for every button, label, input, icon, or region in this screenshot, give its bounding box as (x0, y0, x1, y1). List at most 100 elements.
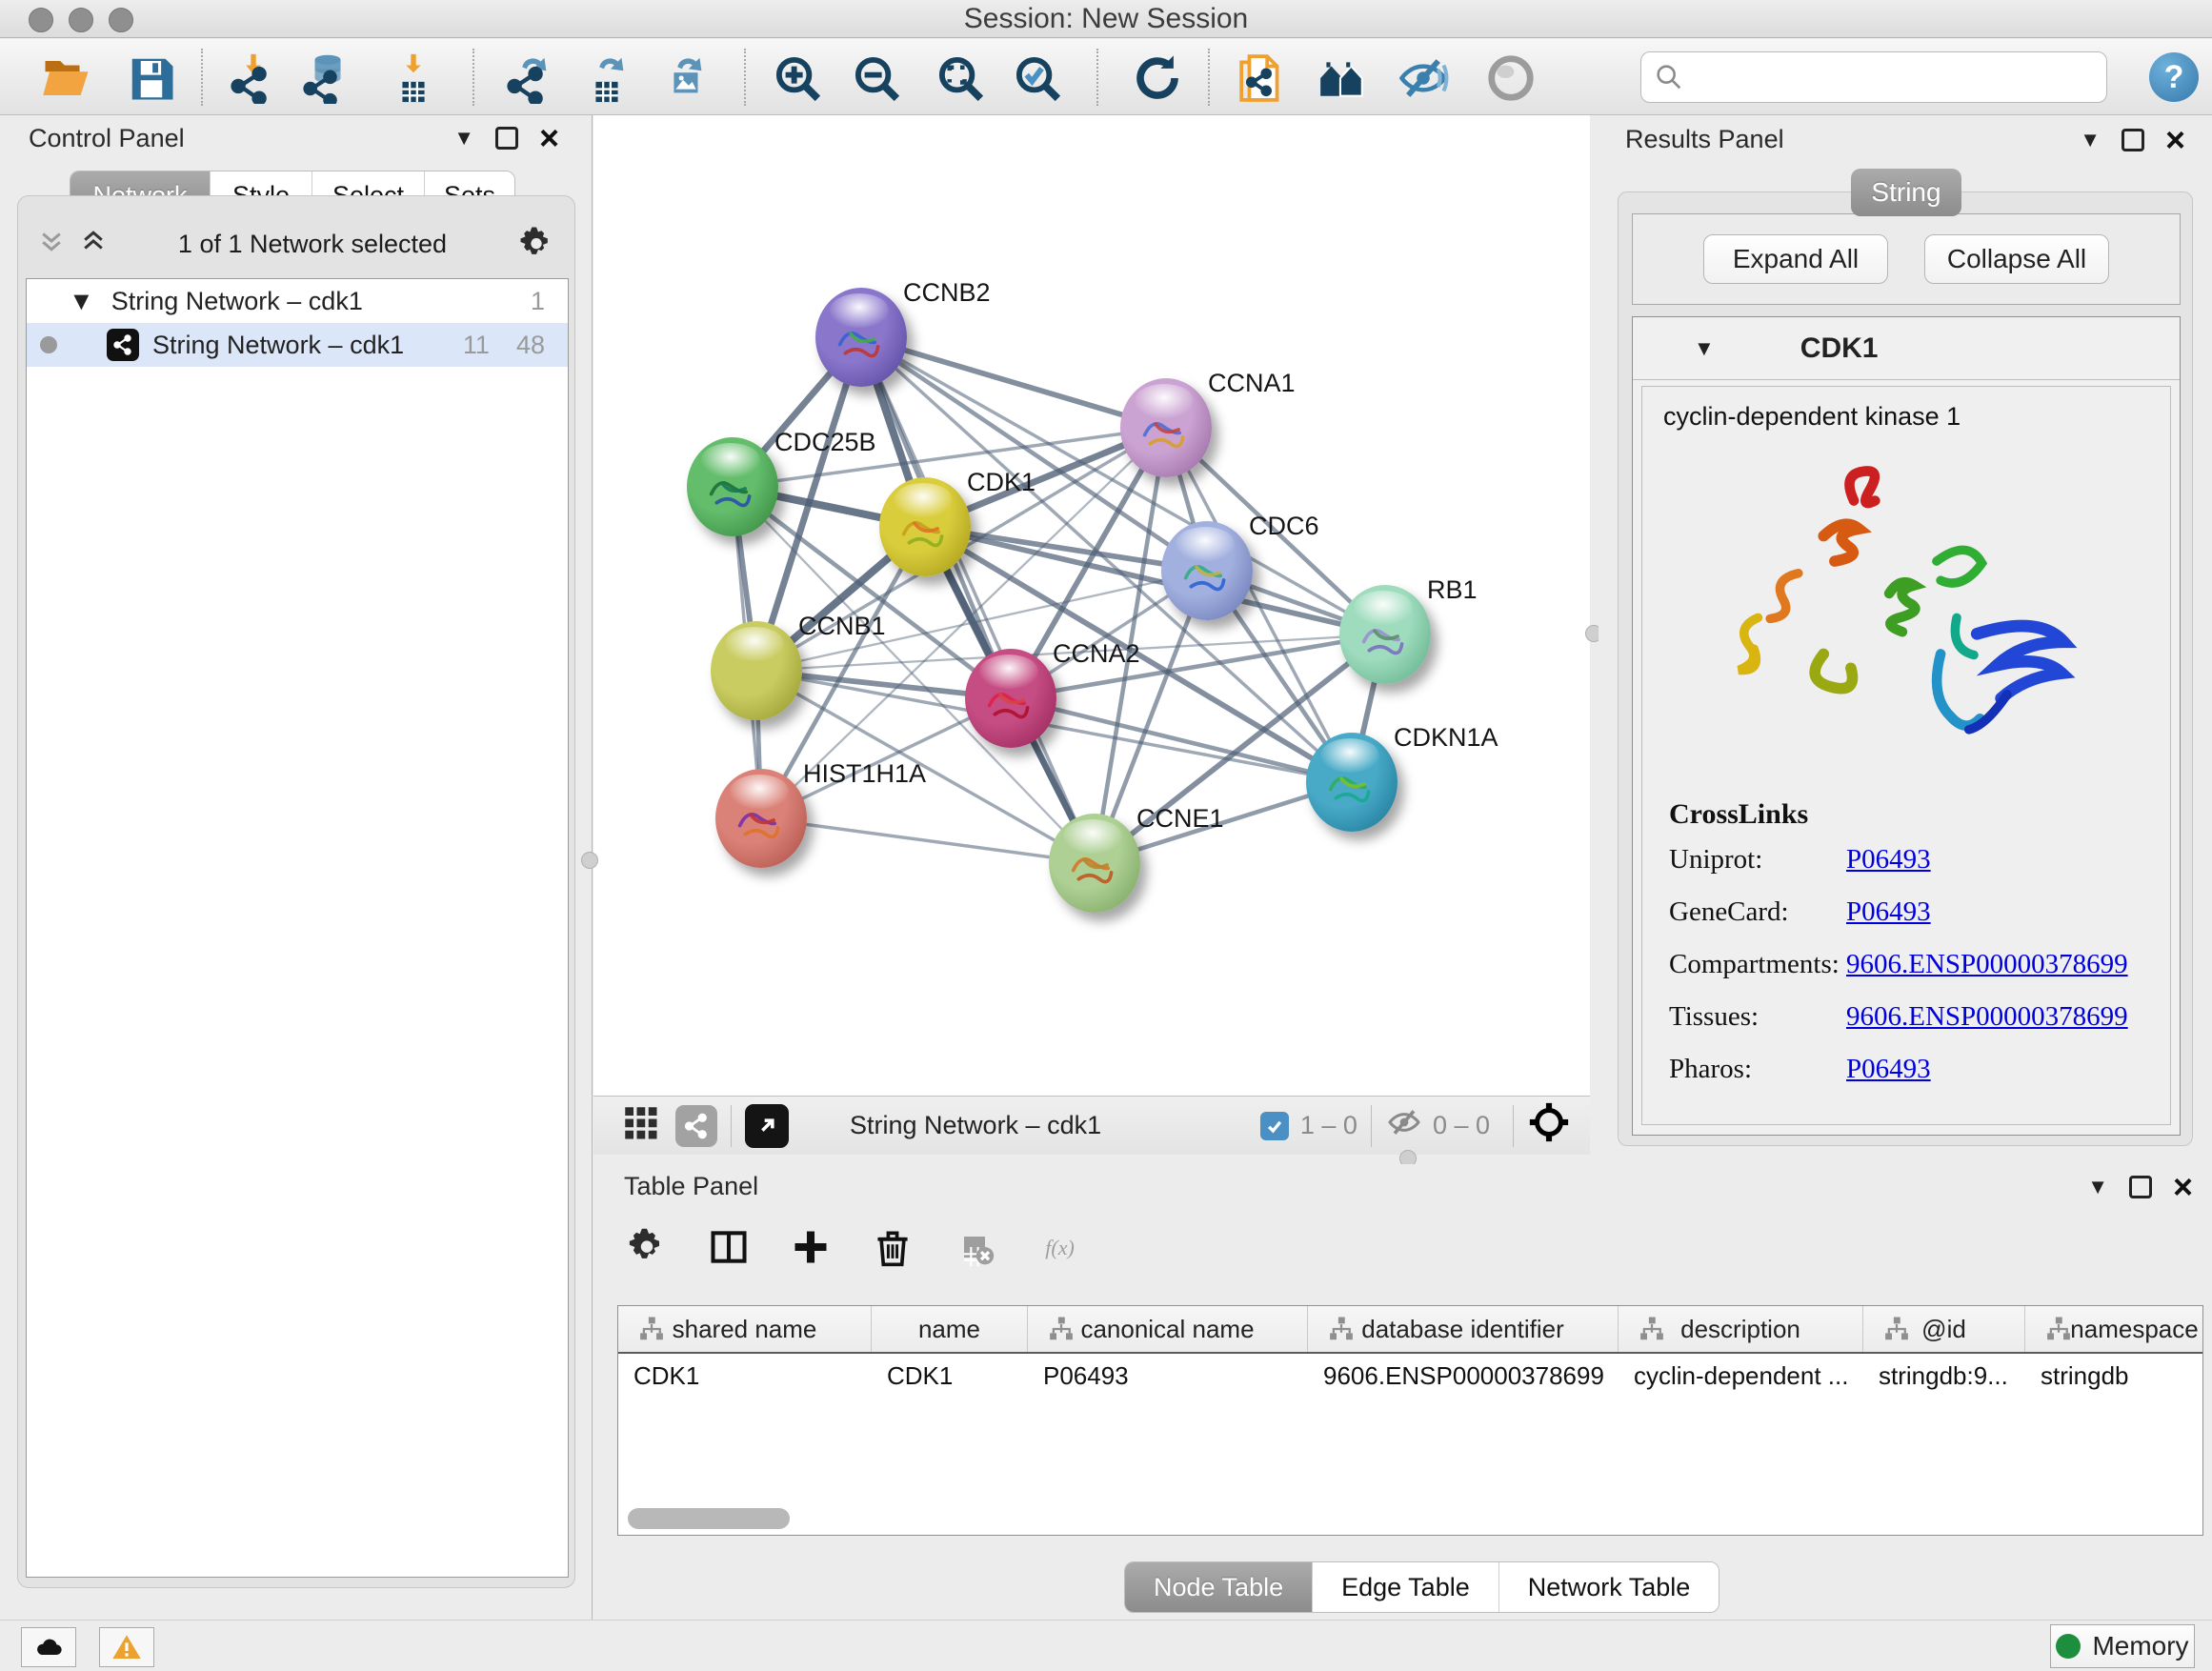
network-node-CDKN1A[interactable] (1306, 733, 1398, 832)
fx-button[interactable]: f(x) (1032, 1222, 1098, 1272)
columns-button[interactable] (704, 1222, 754, 1272)
control-panel-float-icon[interactable] (495, 127, 518, 150)
collapse-all-button[interactable]: Collapse All (1924, 234, 2109, 284)
gear-icon[interactable] (517, 225, 555, 263)
column-header-description[interactable]: description (1619, 1306, 1863, 1352)
network-node-CCNA2[interactable] (965, 649, 1056, 748)
network-canvas[interactable]: CCNB2CCNA1CDC25BCDK1CDC6RB1CCNB1CCNA2CDK… (593, 115, 1590, 1096)
crosslink-value-link[interactable]: 9606.ENSP00000378699 (1846, 949, 2128, 980)
gene-section-header[interactable]: ▼ CDK1 (1633, 317, 2180, 380)
tab-string[interactable]: String (1851, 169, 1961, 216)
minimize-window-icon[interactable] (69, 8, 93, 32)
network-node-CCNB1[interactable] (711, 621, 802, 720)
gear-button[interactable] (622, 1222, 672, 1272)
hide-eye-button[interactable] (1394, 49, 1453, 108)
column-header-name[interactable]: name (872, 1306, 1028, 1352)
crosslink-value-link[interactable]: P06493 (1846, 896, 1931, 928)
trash-button[interactable] (868, 1222, 917, 1272)
column-header--id[interactable]: @id (1863, 1306, 2025, 1352)
zoom-fit-button[interactable] (931, 49, 990, 108)
table-panel-float-icon[interactable] (2129, 1176, 2152, 1198)
tree-icon (1628, 1315, 1657, 1343)
doc-share-button[interactable] (1234, 49, 1293, 108)
column-header-database-identifier[interactable]: database identifier (1308, 1306, 1619, 1352)
memory-button[interactable]: Memory (2050, 1624, 2195, 1668)
import-database-button[interactable] (298, 49, 357, 108)
show-eye-button[interactable] (1481, 49, 1540, 108)
crosslink-value-link[interactable]: 9606.ENSP00000378699 (1846, 1001, 2128, 1033)
table-panel-collapse-icon[interactable]: ▼ (2087, 1175, 2108, 1199)
control-panel-close-icon[interactable]: × (539, 127, 559, 150)
warning-button[interactable] (99, 1627, 154, 1667)
tab-edge-table[interactable]: Edge Table (1313, 1562, 1499, 1612)
results-panel-close-icon[interactable]: × (2165, 129, 2185, 151)
search-box[interactable] (1640, 51, 2107, 103)
control-panel-collapse-icon[interactable]: ▼ (453, 126, 474, 151)
network-collection-row[interactable]: ▼ String Network – cdk1 1 (27, 279, 568, 323)
expand-all-icon[interactable] (79, 227, 108, 262)
edge-HIST1H1A-CCNE1[interactable] (761, 818, 1095, 863)
expand-all-button[interactable]: Expand All (1703, 234, 1888, 284)
tab-node-table[interactable]: Node Table (1125, 1562, 1313, 1612)
column-header-canonical-name[interactable]: canonical name (1028, 1306, 1308, 1352)
cloud-button[interactable] (21, 1627, 76, 1667)
help-button[interactable]: ? (2149, 52, 2199, 102)
column-header-namespace[interactable]: namespace (2025, 1306, 2203, 1352)
network-row-selected[interactable]: String Network – cdk1 11 48 (27, 323, 568, 367)
open-file-button[interactable] (37, 49, 96, 108)
column-label: name (918, 1315, 980, 1344)
crosslink-value-link[interactable]: P06493 (1846, 844, 1931, 876)
network-node-CCNB2[interactable] (815, 288, 907, 387)
gene-expander-icon[interactable]: ▼ (1694, 336, 1715, 361)
network-node-HIST1H1A[interactable] (715, 769, 807, 868)
crosshair-icon[interactable] (1527, 1100, 1571, 1151)
crosslink-row: GeneCard:P06493 (1669, 896, 2164, 928)
table-panel-close-icon[interactable]: × (2173, 1176, 2193, 1198)
horizontal-scrollbar[interactable] (628, 1508, 790, 1529)
protein-structure-image (1699, 440, 2109, 783)
node-label-CDC6: CDC6 (1249, 512, 1319, 541)
edge-CCNB2-CCNA1[interactable] (861, 337, 1166, 428)
tab-network-table[interactable]: Network Table (1499, 1562, 1719, 1612)
node-table[interactable]: shared name name canonical name database id… (617, 1305, 2203, 1536)
import-table-button[interactable] (384, 49, 443, 108)
close-window-icon[interactable] (29, 8, 53, 32)
table-row[interactable]: CDK1CDK1P064939606.ENSP00000378699cyclin… (618, 1354, 2202, 1398)
network-node-CCNE1[interactable] (1049, 814, 1140, 913)
network-share-icon[interactable] (675, 1105, 717, 1147)
save-session-button[interactable] (122, 49, 181, 108)
network-node-CCNA1[interactable] (1120, 378, 1212, 477)
search-input[interactable] (1693, 56, 2106, 98)
zoom-in-button[interactable] (768, 49, 827, 108)
collection-expander-icon[interactable]: ▼ (69, 287, 94, 316)
zoom-out-button[interactable] (847, 49, 906, 108)
selected-checkbox-icon[interactable] (1260, 1112, 1289, 1140)
export-table-button[interactable] (577, 49, 636, 108)
results-panel-float-icon[interactable] (2122, 129, 2144, 151)
network-node-CDC25B[interactable] (687, 437, 778, 536)
home-button[interactable] (1313, 49, 1372, 108)
collapse-all-icon[interactable] (37, 227, 66, 262)
traffic-lights[interactable] (29, 8, 133, 32)
add-column-button[interactable] (786, 1222, 835, 1272)
network-node-CDK1[interactable] (879, 477, 971, 576)
results-panel-collapse-icon[interactable]: ▼ (2080, 128, 2101, 152)
refresh-button[interactable] (1128, 49, 1187, 108)
network-node-RB1[interactable] (1339, 585, 1431, 684)
delete-table-button[interactable] (950, 1222, 999, 1272)
export-image-button[interactable] (655, 49, 714, 108)
import-network-button[interactable] (224, 49, 283, 108)
export-network-button[interactable] (500, 49, 559, 108)
maximize-window-icon[interactable] (109, 8, 133, 32)
column-header-shared-name[interactable]: shared name (618, 1306, 872, 1352)
left-splitter-handle[interactable] (581, 852, 598, 869)
zoom-selected-button[interactable] (1008, 49, 1067, 108)
crosslink-value-link[interactable]: P06493 (1846, 1054, 1931, 1085)
birdseye-view-icon[interactable] (745, 1104, 789, 1148)
table-panel-title: Table Panel (624, 1172, 758, 1201)
grid-view-icon[interactable] (620, 1102, 660, 1149)
column-label: canonical name (1080, 1315, 1254, 1344)
network-node-CDC6[interactable] (1161, 521, 1253, 620)
gene-details: cyclin-dependent kinase 1 CrossLinks Uni… (1641, 386, 2171, 1125)
node-label-CCNB1: CCNB1 (798, 612, 886, 641)
